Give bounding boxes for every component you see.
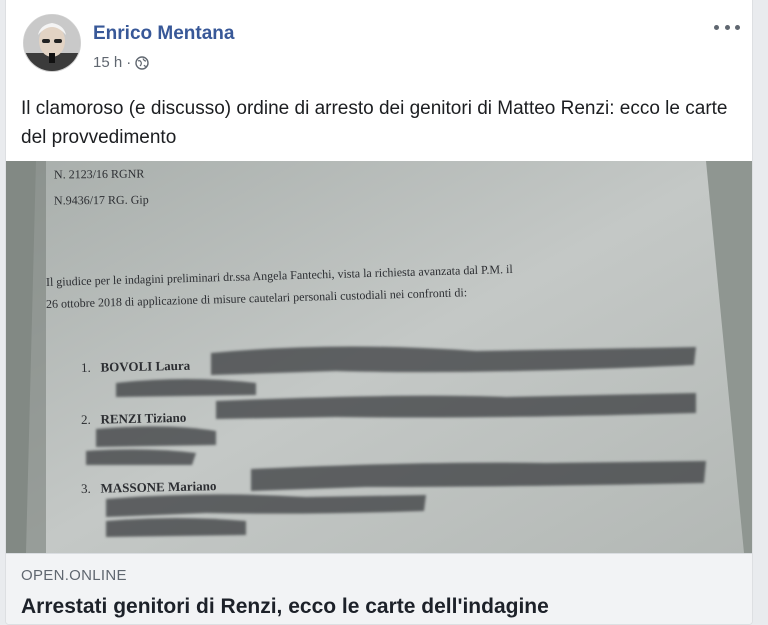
doc-entry-number: 1. — [80, 359, 91, 375]
post-caption: Il clamoroso (e discusso) ordine di arre… — [21, 98, 728, 148]
globe-icon[interactable] — [135, 55, 149, 70]
more-options-icon[interactable] — [714, 20, 740, 34]
doc-entry-number: 3. — [80, 480, 91, 496]
doc-entry-2: 2. RENZI Tiziano — [81, 410, 187, 428]
doc-entry-name: RENZI Tiziano — [100, 409, 187, 427]
post-meta: 15 h · — [93, 54, 149, 71]
link-preview[interactable]: OPEN.ONLINE Arrestati genitori di Renzi,… — [6, 553, 752, 624]
post-card: Enrico Mentana 15 h · Il clamoroso (e di… — [5, 0, 753, 625]
doc-entry-name: BOVOLI Laura — [100, 357, 191, 375]
avatar[interactable] — [23, 14, 81, 72]
doc-ref-rgnr: N. 2123/16 RGNR — [53, 166, 145, 182]
doc-ref-gip: N.9436/17 RG. Gip — [53, 192, 149, 208]
link-domain: OPEN.ONLINE — [21, 567, 127, 584]
doc-entry-number: 2. — [80, 411, 91, 427]
meta-separator: · — [126, 54, 132, 71]
link-title[interactable]: Arrestati genitori di Renzi, ecco le car… — [21, 595, 549, 619]
post-header: Enrico Mentana 15 h · — [6, 0, 752, 88]
post-photo[interactable]: N. 2123/16 RGNR N.9436/17 RG. Gip Il giu… — [6, 161, 752, 553]
avatar-image — [24, 15, 80, 71]
author-name[interactable]: Enrico Mentana — [93, 23, 234, 45]
doc-entry-name: MASSONE Mariano — [100, 478, 217, 496]
doc-entry-3: 3. MASSONE Mariano — [81, 478, 217, 497]
post-timestamp[interactable]: 15 h — [93, 54, 122, 71]
doc-entry-1: 1. BOVOLI Laura — [81, 358, 190, 376]
